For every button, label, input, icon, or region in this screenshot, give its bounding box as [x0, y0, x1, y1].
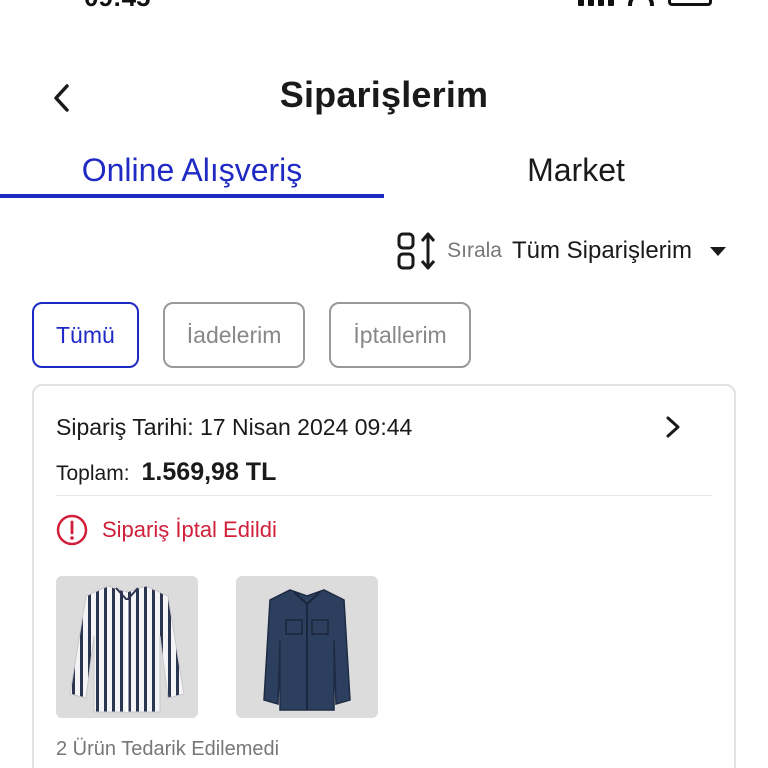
- active-tab-indicator: [0, 194, 384, 198]
- order-status: Sipariş İptal Edildi: [56, 514, 277, 546]
- order-total: Toplam: 1.569,98 TL: [56, 458, 276, 487]
- order-note: 2 Ürün Tedarik Edilemedi: [56, 738, 280, 760]
- tab-market[interactable]: Market: [384, 138, 768, 202]
- striped-shirt-image[interactable]: [56, 576, 198, 718]
- page-title: Siparişlerim: [279, 74, 489, 115]
- sort-value: Tüm Siparişlerim: [511, 237, 692, 264]
- tab-online-alisveris[interactable]: Online Alışveriş: [0, 138, 384, 202]
- caret-down-icon: [710, 246, 726, 256]
- order-total-label: Toplam:: [56, 462, 130, 485]
- filter-chip-tumu[interactable]: Tümü: [32, 302, 139, 368]
- alert-circle-icon: [56, 514, 88, 546]
- header: Siparişlerim: [0, 60, 768, 134]
- battery-icon: [668, 0, 712, 6]
- status-time: 09:45: [84, 0, 151, 13]
- order-total-value: 1.569,98 TL: [141, 458, 277, 486]
- divider: [56, 495, 712, 496]
- sort-button[interactable]: Sırala Tüm Siparişlerim: [397, 228, 726, 274]
- order-detail-button[interactable]: [658, 412, 688, 442]
- navy-jacket-image[interactable]: [236, 576, 378, 718]
- signal-icon: [578, 0, 614, 6]
- status-icons: [578, 0, 712, 6]
- filter-chips: Tümü İadelerim İptallerim: [32, 302, 471, 368]
- status-bar: 09:45: [0, 0, 768, 12]
- chevron-right-icon: [666, 416, 680, 438]
- filter-chip-iptallerim[interactable]: İptallerim: [329, 302, 471, 368]
- order-status-text: Sipariş İptal Edildi: [102, 517, 277, 542]
- sort-label: Sırala: [447, 239, 502, 262]
- tab-bar: Online Alışveriş Market: [0, 138, 768, 202]
- order-card[interactable]: Sipariş Tarihi: 17 Nisan 2024 09:44 Topl…: [32, 384, 736, 768]
- order-date: Sipariş Tarihi: 17 Nisan 2024 09:44: [56, 414, 413, 440]
- wifi-icon: [628, 0, 654, 6]
- sort-icon: [397, 232, 436, 270]
- product-thumbnails: [56, 576, 378, 718]
- filter-chip-iadelerim[interactable]: İadelerim: [162, 302, 306, 368]
